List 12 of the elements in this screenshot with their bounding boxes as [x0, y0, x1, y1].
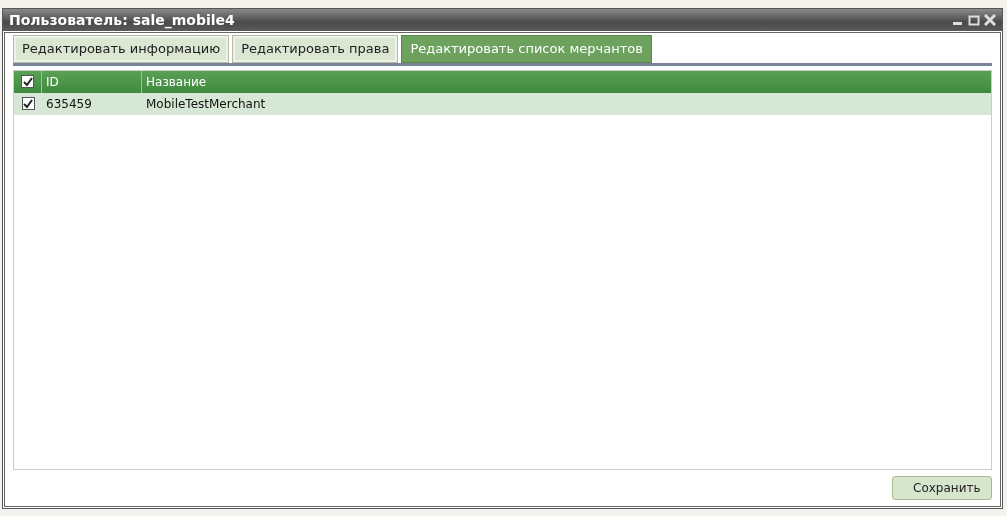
maximize-icon[interactable] — [968, 14, 980, 26]
tab[interactable]: Редактировать информацию — [13, 35, 230, 63]
table-cell-text: 635459 — [46, 95, 92, 113]
column-header[interactable]: ID — [46, 72, 59, 91]
table-cell-text: MobileTestMerchant — [146, 95, 266, 113]
checkbox[interactable] — [21, 75, 34, 88]
close-icon[interactable] — [984, 14, 996, 26]
tab[interactable]: Редактировать права — [232, 35, 399, 63]
save-button[interactable]: Сохранить — [892, 476, 992, 500]
window-title: Пользователь: sale_mobile4 — [9, 10, 236, 31]
column-header[interactable]: Название — [146, 72, 207, 91]
checkbox[interactable] — [21, 97, 35, 110]
